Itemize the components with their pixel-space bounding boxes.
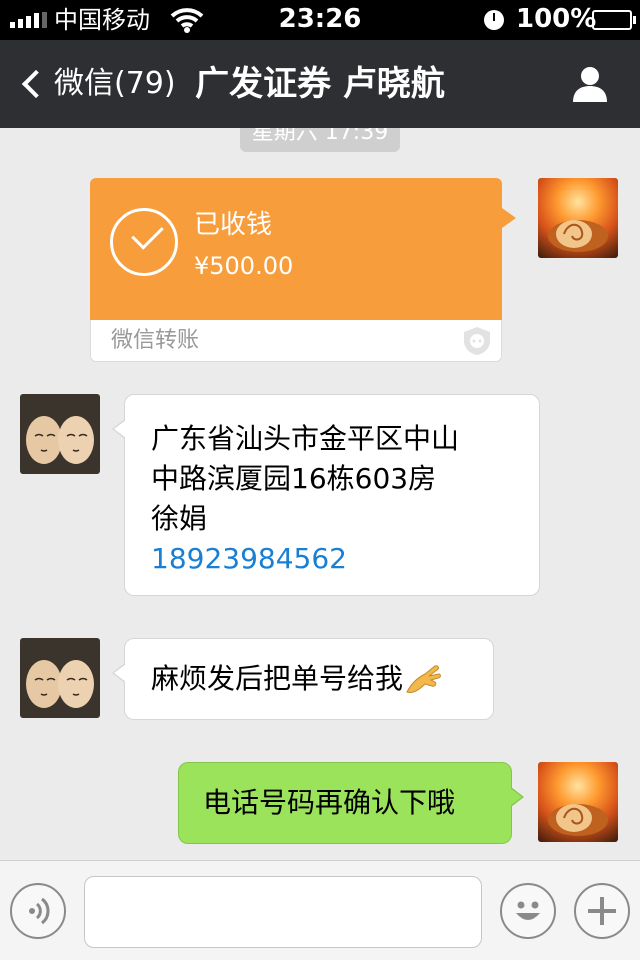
sent-message[interactable]: 电话号码再确认下哦 xyxy=(178,762,524,844)
back-button[interactable]: 微信(79) xyxy=(18,62,176,106)
sunset-shell-image xyxy=(548,804,608,836)
chat-title: 广发证券 卢晓航 xyxy=(195,64,445,104)
transfer-card[interactable]: 已收钱 ¥500.00 微信转账 xyxy=(90,178,516,362)
message-line: 徐娟 xyxy=(151,502,208,535)
message-input[interactable] xyxy=(84,876,482,948)
transfer-card-top: 已收钱 ¥500.00 xyxy=(90,178,516,320)
message-line: 中路滨厦园16栋603房 xyxy=(151,462,437,495)
transfer-amount: ¥500.00 xyxy=(194,252,294,280)
clock-icon xyxy=(484,10,504,30)
status-bar: 中国移动 23:26 100% xyxy=(0,0,640,40)
my-avatar[interactable] xyxy=(538,762,618,842)
message-body: 电话号码再确认下哦 xyxy=(203,786,456,819)
battery-icon xyxy=(592,10,636,30)
transfer-card-footer: 微信转账 xyxy=(90,320,502,362)
eggs-image xyxy=(26,660,94,708)
message-timestamp: 星期六 17:39 xyxy=(240,128,400,152)
more-button[interactable] xyxy=(574,883,630,939)
message-text: 麻烦发后把单号给我 xyxy=(151,659,473,699)
smiley-icon xyxy=(516,901,540,920)
input-bar xyxy=(0,860,640,960)
contact-avatar[interactable] xyxy=(20,394,100,474)
back-label: 微信(79) xyxy=(54,66,176,101)
emoji-button[interactable] xyxy=(500,883,556,939)
eggs-image xyxy=(26,416,94,464)
back-chevron-icon xyxy=(21,69,51,99)
nav-bar: 微信(79) 广发证券 卢晓航 xyxy=(0,40,640,128)
person-icon[interactable] xyxy=(570,64,610,104)
shield-icon xyxy=(464,327,490,355)
transfer-status: 已收钱 xyxy=(194,210,273,240)
phone-link[interactable]: 18923984562 xyxy=(151,539,515,579)
hand-emoji-icon xyxy=(406,665,441,693)
received-message[interactable]: 麻烦发后把单号给我 xyxy=(112,638,494,720)
check-icon xyxy=(110,208,178,276)
sunset-shell-image xyxy=(548,220,608,252)
battery-percent: 100% xyxy=(516,4,597,34)
transfer-source: 微信转账 xyxy=(111,328,200,353)
voice-icon xyxy=(29,897,50,925)
contact-avatar[interactable] xyxy=(20,638,100,718)
message-body: 麻烦发后把单号给我 xyxy=(151,662,404,695)
received-message-address[interactable]: 广东省汕头市金平区中山 中路滨厦园16栋603房 徐娟 18923984562 xyxy=(112,394,540,596)
my-avatar[interactable] xyxy=(538,178,618,258)
plus-icon xyxy=(588,897,616,925)
message-line: 广东省汕头市金平区中山 xyxy=(151,422,460,455)
voice-button[interactable] xyxy=(10,883,66,939)
